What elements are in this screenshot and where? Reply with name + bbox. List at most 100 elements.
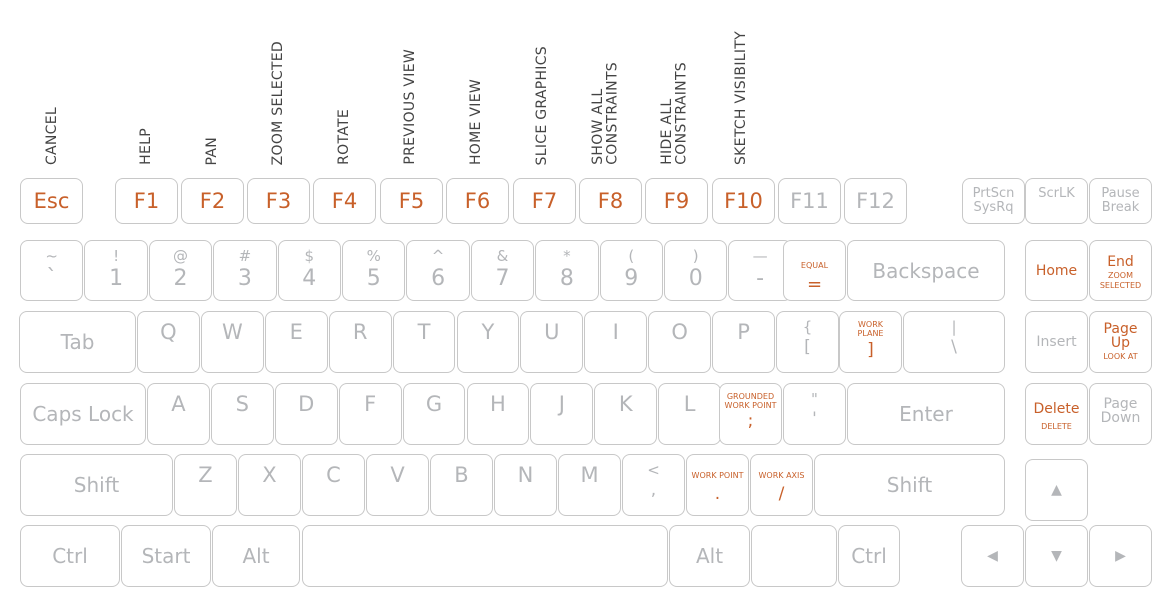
key-4[interactable]: $4: [277, 240, 341, 301]
key-quote[interactable]: " ': [783, 383, 846, 445]
key-semicolon[interactable]: GROUNDED WORK POINT ;: [719, 383, 782, 445]
key-5[interactable]: % 5: [342, 240, 406, 301]
key-caps-lock[interactable]: Caps Lock: [20, 383, 146, 445]
key-esc[interactable]: Esc: [20, 178, 83, 224]
key-t[interactable]: T: [392, 311, 456, 373]
key-f8[interactable]: F8: [579, 178, 642, 224]
key-pause[interactable]: Pause Break: [1089, 178, 1152, 224]
key-backslash[interactable]: | \: [903, 311, 1005, 373]
key-caption: ZOOM SELECTED: [1099, 271, 1142, 290]
key-page-up[interactable]: Page Up LOOK AT: [1089, 311, 1152, 373]
key-label: 7: [495, 266, 510, 291]
key-u[interactable]: U: [520, 311, 584, 373]
key-a[interactable]: A: [147, 383, 210, 445]
key-f4[interactable]: F4: [313, 178, 376, 224]
key-k[interactable]: K: [594, 383, 658, 445]
key-9[interactable]: (9: [599, 240, 663, 301]
key-v[interactable]: V: [366, 454, 429, 516]
key-8[interactable]: * 8: [535, 240, 599, 301]
key-ctrl-left[interactable]: Ctrl: [20, 525, 120, 587]
label-rotate: ROTATE: [336, 109, 352, 165]
key-bracket-close[interactable]: WORK PLANE ]: [839, 311, 902, 373]
key-x[interactable]: X: [238, 454, 301, 516]
key-alt-left[interactable]: Alt: [212, 525, 300, 587]
key-f[interactable]: F: [338, 383, 402, 445]
key-arrow-right[interactable]: ▶: [1089, 525, 1152, 587]
key-w[interactable]: W: [200, 311, 264, 373]
key-6[interactable]: ^ 6: [406, 240, 470, 301]
key-period[interactable]: WORK POINT .: [686, 454, 749, 516]
key-menu[interactable]: [751, 525, 837, 587]
key-arrow-up[interactable]: ▲: [1025, 459, 1088, 521]
key-scrlk[interactable]: ScrLK: [1025, 178, 1088, 224]
key-f6[interactable]: F6: [446, 178, 509, 224]
key-f10[interactable]: F10: [712, 178, 775, 224]
key-g[interactable]: G: [402, 383, 466, 445]
key-f1[interactable]: F1: [115, 178, 178, 224]
key-z[interactable]: Z: [174, 454, 237, 516]
key-f7[interactable]: F7: [513, 178, 576, 224]
key-insert[interactable]: Insert: [1025, 311, 1088, 373]
key-c[interactable]: C: [302, 454, 365, 516]
key-label: M: [580, 463, 599, 487]
key-f9[interactable]: F9: [645, 178, 708, 224]
key-shift-label: !: [113, 247, 120, 265]
key-m[interactable]: M: [558, 454, 621, 516]
key-f2[interactable]: F2: [181, 178, 244, 224]
key-q[interactable]: Q: [137, 311, 200, 373]
key-label: B: [454, 463, 469, 487]
key-0[interactable]: ) 0: [664, 240, 728, 301]
key-f5[interactable]: F5: [380, 178, 443, 224]
key-enter[interactable]: Enter: [847, 383, 1005, 445]
key-label: 2: [173, 266, 188, 291]
key-alt-right[interactable]: Alt: [669, 525, 750, 587]
key-label: F2: [199, 188, 226, 213]
key-o[interactable]: O: [648, 311, 712, 373]
key-end[interactable]: End ZOOM SELECTED: [1089, 240, 1152, 301]
key-start[interactable]: Start: [121, 525, 211, 587]
key-1[interactable]: ! 1: [84, 240, 148, 301]
key-slash[interactable]: WORK AXIS /: [750, 454, 813, 516]
key-s[interactable]: S: [210, 383, 274, 445]
key-7[interactable]: & 7: [470, 240, 535, 301]
key-i[interactable]: I: [584, 311, 648, 373]
key-3[interactable]: #3: [213, 240, 277, 301]
key-y[interactable]: Y: [456, 311, 520, 373]
key-bracket-open[interactable]: { [: [776, 311, 839, 373]
key-e[interactable]: E: [264, 311, 328, 373]
key-l[interactable]: L: [658, 383, 722, 445]
key-label: Ctrl: [851, 544, 887, 568]
key-delete[interactable]: Delete DELETE: [1025, 383, 1088, 445]
key-home[interactable]: Home: [1025, 240, 1088, 301]
key-h[interactable]: H: [466, 383, 530, 445]
key-label: T: [417, 320, 431, 344]
key-2[interactable]: @2: [148, 240, 213, 301]
key-spacebar[interactable]: [302, 525, 668, 587]
key-backtick[interactable]: ~ `: [20, 240, 84, 301]
key-label: H: [490, 392, 506, 416]
key-b[interactable]: B: [430, 454, 493, 516]
key-r[interactable]: R: [328, 311, 392, 373]
key-tab[interactable]: Tab: [19, 311, 136, 373]
key-backspace[interactable]: Backspace: [847, 240, 1005, 301]
key-p[interactable]: P: [712, 311, 775, 373]
key-shift-label: $: [304, 247, 315, 265]
key-arrow-left[interactable]: ◀: [961, 525, 1024, 587]
key-f11[interactable]: F11: [778, 178, 841, 224]
key-page-down[interactable]: Page Down: [1089, 383, 1152, 445]
key-n[interactable]: N: [494, 454, 557, 516]
key-f12[interactable]: F12: [844, 178, 907, 224]
key-prtscn[interactable]: PrtScn SysRq: [962, 178, 1025, 224]
key-shift-left[interactable]: Shift: [20, 454, 173, 516]
key-f3[interactable]: F3: [247, 178, 310, 224]
key-shift-right[interactable]: Shift: [814, 454, 1005, 516]
key-equal[interactable]: EQUAL =: [783, 240, 846, 301]
key-caption: DELETE: [1041, 422, 1072, 432]
key-j[interactable]: J: [530, 383, 594, 445]
key-shift-label: *: [563, 247, 571, 265]
key-label: ]: [867, 340, 874, 361]
key-d[interactable]: D: [274, 383, 338, 445]
key-arrow-down[interactable]: ▼: [1025, 525, 1088, 587]
key-comma[interactable]: < ,: [622, 454, 685, 516]
key-ctrl-right[interactable]: Ctrl: [838, 525, 900, 587]
